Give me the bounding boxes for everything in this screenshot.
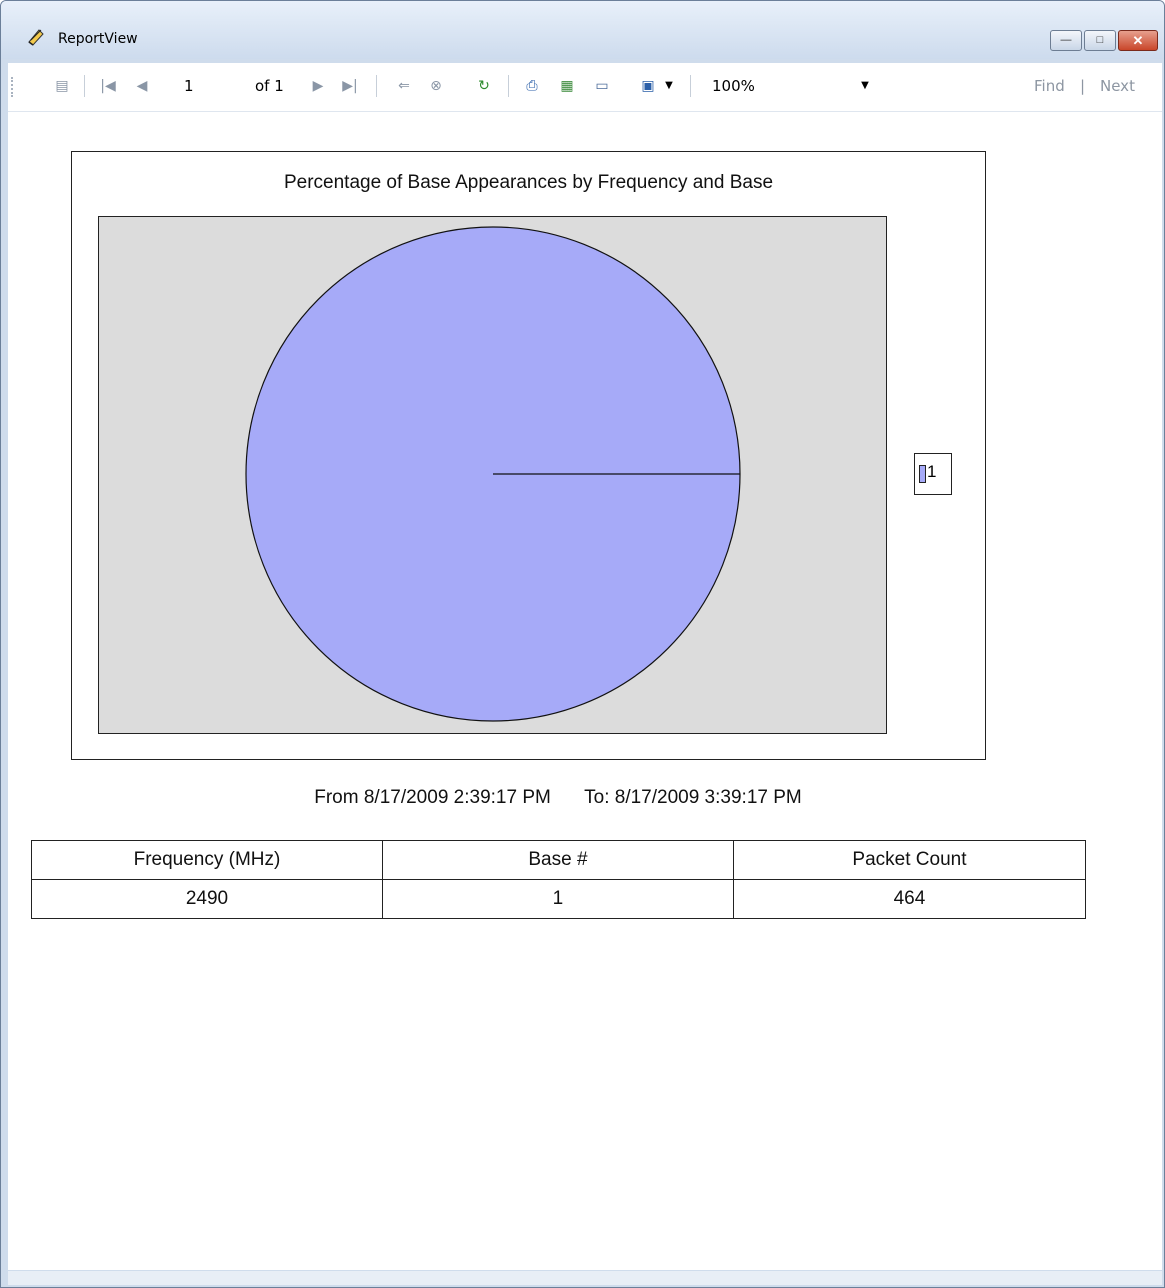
zoom-select[interactable]: 100% (712, 75, 755, 97)
chart-legend: 1 (914, 453, 952, 495)
close-button[interactable]: ✕ (1118, 30, 1158, 51)
close-icon: ✕ (1132, 33, 1144, 48)
back-icon[interactable]: ⇐ (394, 75, 414, 97)
cell-packet-count: 464 (732, 879, 1087, 919)
legend-swatch (919, 465, 926, 483)
next-page-icon[interactable]: ▶ (308, 75, 328, 97)
status-bar (8, 1271, 1162, 1285)
date-range: From 8/17/2009 2:39:17 PM To: 8/17/2009 … (8, 787, 1108, 809)
last-page-icon[interactable]: ▶| (340, 75, 360, 97)
find-button[interactable]: Find (1034, 75, 1065, 97)
cell-frequency: 2490 (31, 879, 383, 919)
minimize-icon: — (1060, 34, 1072, 46)
header-packet-count: Packet Count (732, 840, 1087, 880)
table-header-row: Frequency (MHz) Base # Packet Count (31, 840, 1087, 880)
results-table: Frequency (MHz) Base # Packet Count 2490… (31, 840, 1087, 919)
app-icon (28, 29, 44, 46)
toolbar-separator (508, 75, 509, 97)
page-setup-icon[interactable]: ▭ (592, 75, 612, 97)
page-count-label: of 1 (255, 77, 284, 95)
refresh-icon[interactable]: ↻ (474, 75, 494, 97)
toolbar-separator (84, 75, 85, 97)
document-map-icon[interactable]: ▤ (52, 75, 72, 97)
page-number-input[interactable]: 1 (184, 75, 194, 97)
next-button[interactable]: Next (1100, 75, 1135, 97)
maximize-button[interactable]: □ (1084, 30, 1116, 51)
legend-label: 1 (927, 462, 937, 481)
title-bar: ReportView — □ ✕ (1, 1, 1164, 59)
print-layout-icon[interactable]: ▦ (557, 75, 577, 97)
save-dropdown-icon[interactable]: ▼ (663, 75, 675, 97)
pie-chart: Percentage of Base Appearances by Freque… (71, 151, 986, 760)
chart-title: Percentage of Base Appearances by Freque… (283, 172, 774, 193)
find-input[interactable] (896, 75, 1018, 99)
print-icon[interactable]: ⎙ (522, 75, 542, 97)
toolbar-separator (376, 75, 377, 97)
toolbar-separator (690, 75, 691, 97)
range-to: To: 8/17/2009 3:39:17 PM (584, 787, 802, 808)
chart-plot-area (98, 216, 887, 734)
report-toolbar: ▤ |◀ ◀ 1 of 1 ▶ ▶| ⇐ ⊗ ↻ ⎙ ▦ ▭ ▣ ▼ 100% … (8, 63, 1162, 112)
first-page-icon[interactable]: |◀ (98, 75, 118, 97)
window-title: ReportView (58, 31, 138, 47)
zoom-dropdown-icon[interactable]: ▼ (858, 75, 872, 97)
pie-svg (245, 226, 741, 722)
range-from: From 8/17/2009 2:39:17 PM (314, 787, 551, 808)
header-frequency: Frequency (MHz) (31, 840, 383, 880)
prev-page-icon[interactable]: ◀ (132, 75, 152, 97)
header-base: Base # (381, 840, 734, 880)
toolbar-grip[interactable] (11, 77, 16, 97)
minimize-button[interactable]: — (1050, 30, 1082, 51)
save-icon[interactable]: ▣ (638, 75, 658, 97)
report-view-window: ReportView — □ ✕ ▤ |◀ ◀ 1 of 1 ▶ ▶| ⇐ ⊗ … (0, 0, 1165, 1288)
cell-base: 1 (381, 879, 734, 919)
toolbar-separator: | (1080, 77, 1086, 95)
maximize-icon: □ (1096, 34, 1104, 46)
report-content: Percentage of Base Appearances by Freque… (8, 112, 1162, 1270)
stop-icon[interactable]: ⊗ (426, 75, 446, 97)
table-row: 2490 1 464 (31, 879, 1087, 919)
